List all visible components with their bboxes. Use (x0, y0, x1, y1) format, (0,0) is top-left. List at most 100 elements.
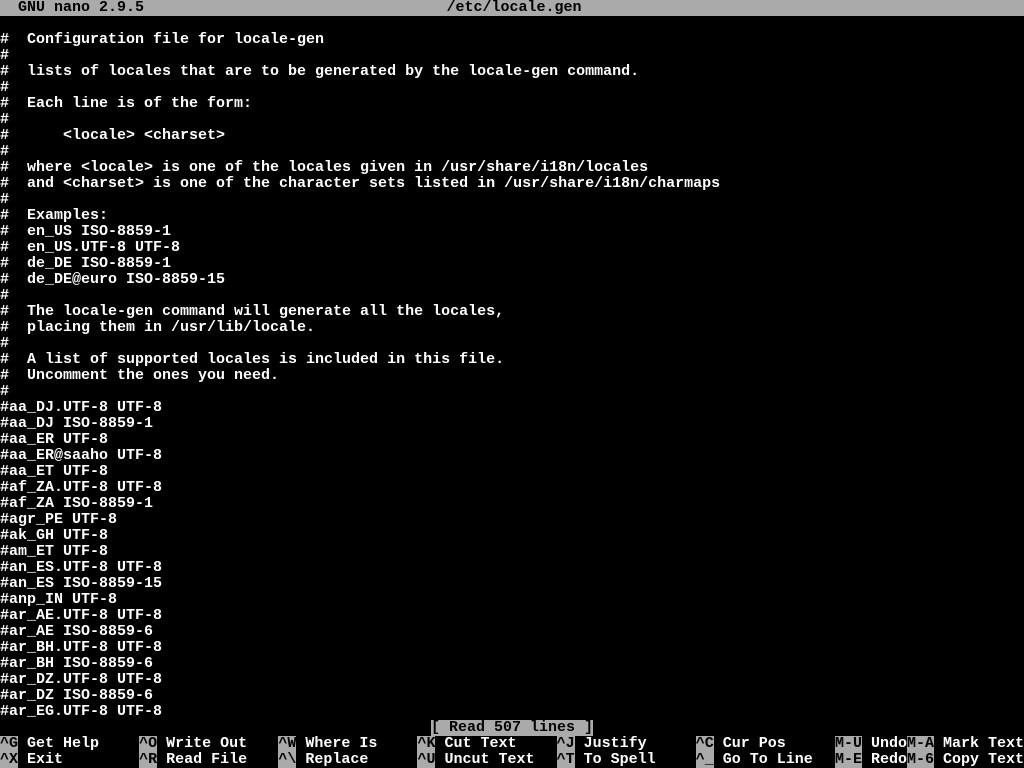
editor-line[interactable]: #aa_ET UTF-8 (0, 464, 1024, 480)
editor-line[interactable]: #ak_GH UTF-8 (0, 528, 1024, 544)
shortcut-key: ^T (557, 752, 575, 768)
editor-line[interactable]: # (0, 144, 1024, 160)
shortcut-item[interactable]: ^K Cut Text (417, 736, 556, 752)
editor-line[interactable]: #ar_DZ.UTF-8 UTF-8 (0, 672, 1024, 688)
shortcut-item[interactable]: ^O Write Out (139, 736, 278, 752)
app-name: GNU nano 2.9.5 (0, 0, 144, 16)
editor-line[interactable]: # (0, 336, 1024, 352)
editor-line[interactable]: #ar_BH ISO-8859-6 (0, 656, 1024, 672)
shortcut-item[interactable]: ^U Uncut Text (417, 752, 556, 768)
shortcut-key: M-6 (907, 752, 934, 768)
editor-line[interactable]: #af_ZA ISO-8859-1 (0, 496, 1024, 512)
editor-line[interactable]: # Each line is of the form: (0, 96, 1024, 112)
editor-line[interactable]: #ar_AE ISO-8859-6 (0, 624, 1024, 640)
shortcut-key: M-A (907, 736, 934, 752)
editor-line[interactable]: #aa_ER UTF-8 (0, 432, 1024, 448)
shortcut-label: Get Help (18, 736, 99, 752)
editor-line[interactable]: # where <locale> is one of the locales g… (0, 160, 1024, 176)
editor-line[interactable]: # en_US ISO-8859-1 (0, 224, 1024, 240)
editor-line[interactable]: # (0, 48, 1024, 64)
shortcut-label: Uncut Text (435, 752, 534, 768)
editor-line[interactable]: # (0, 80, 1024, 96)
blank-line (0, 16, 1024, 32)
shortcut-label: Read File (157, 752, 247, 768)
editor-line[interactable]: # placing them in /usr/lib/locale. (0, 320, 1024, 336)
editor-line[interactable]: #am_ET UTF-8 (0, 544, 1024, 560)
editor-line[interactable]: #agr_PE UTF-8 (0, 512, 1024, 528)
editor-line[interactable]: #ar_DZ ISO-8859-6 (0, 688, 1024, 704)
editor-line[interactable]: # The locale-gen command will generate a… (0, 304, 1024, 320)
editor-line[interactable]: #ar_AE.UTF-8 UTF-8 (0, 608, 1024, 624)
shortcut-label: Justify (575, 736, 647, 752)
editor-line[interactable]: #an_ES ISO-8859-15 (0, 576, 1024, 592)
shortcut-item[interactable]: M-6 Copy Text (907, 752, 1024, 768)
editor-line[interactable]: #ar_EG.UTF-8 UTF-8 (0, 704, 1024, 720)
editor-line[interactable]: # de_DE ISO-8859-1 (0, 256, 1024, 272)
shortcut-item[interactable]: ^W Where Is (278, 736, 417, 752)
shortcut-key: M-E (835, 752, 862, 768)
editor-line[interactable]: # (0, 384, 1024, 400)
editor-line[interactable]: # Examples: (0, 208, 1024, 224)
shortcut-key: ^J (557, 736, 575, 752)
shortcut-item[interactable]: ^X Exit (0, 752, 139, 768)
shortcut-label: Cut Text (435, 736, 516, 752)
editor-line[interactable]: #af_ZA.UTF-8 UTF-8 (0, 480, 1024, 496)
editor-line[interactable]: #aa_DJ ISO-8859-1 (0, 416, 1024, 432)
shortcut-item[interactable]: ^T To Spell (557, 752, 696, 768)
editor-line[interactable]: # (0, 288, 1024, 304)
shortcut-label: Go To Line (714, 752, 813, 768)
shortcut-label: Where Is (296, 736, 377, 752)
shortcut-key: ^W (278, 736, 296, 752)
shortcut-label: Cur Pos (714, 736, 786, 752)
shortcut-key: ^K (417, 736, 435, 752)
shortcut-key: ^G (0, 736, 18, 752)
editor-line[interactable]: #aa_ER@saaho UTF-8 (0, 448, 1024, 464)
shortcut-item[interactable]: ^_ Go To Line (696, 752, 835, 768)
status-message: [ Read 507 lines ] (431, 720, 593, 736)
shortcut-label: Replace (296, 752, 368, 768)
shortcut-item[interactable]: ^R Read File (139, 752, 278, 768)
editor-line[interactable]: #an_ES.UTF-8 UTF-8 (0, 560, 1024, 576)
editor-area[interactable]: # Configuration file for locale-gen## li… (0, 32, 1024, 720)
shortcut-key: ^\ (278, 752, 296, 768)
shortcut-key: ^_ (696, 752, 714, 768)
shortcut-label: Undo (862, 736, 907, 752)
status-line: [ Read 507 lines ] (0, 720, 1024, 736)
shortcut-item[interactable]: M-E Redo (835, 752, 907, 768)
titlebar: GNU nano 2.9.5 /etc/locale.gen (0, 0, 1024, 16)
editor-line[interactable]: #aa_DJ.UTF-8 UTF-8 (0, 400, 1024, 416)
shortcut-label: Mark Text (934, 736, 1024, 752)
editor-line[interactable]: # <locale> <charset> (0, 128, 1024, 144)
editor-line[interactable]: # (0, 112, 1024, 128)
editor-line[interactable]: # lists of locales that are to be genera… (0, 64, 1024, 80)
shortcut-label: Redo (862, 752, 907, 768)
shortcut-label: Exit (18, 752, 63, 768)
editor-line[interactable]: # de_DE@euro ISO-8859-15 (0, 272, 1024, 288)
shortcut-key: ^U (417, 752, 435, 768)
titlebar-right (884, 0, 1024, 16)
shortcut-item[interactable]: ^J Justify (557, 736, 696, 752)
shortcut-item[interactable]: ^G Get Help (0, 736, 139, 752)
bottom-bar: [ Read 507 lines ] ^G Get Help^X Exit^O … (0, 720, 1024, 768)
editor-line[interactable]: # Uncomment the ones you need. (0, 368, 1024, 384)
editor-line[interactable]: #anp_IN UTF-8 (0, 592, 1024, 608)
editor-line[interactable]: # A list of supported locales is include… (0, 352, 1024, 368)
shortcut-key: ^R (139, 752, 157, 768)
shortcut-item[interactable]: M-U Undo (835, 736, 907, 752)
shortcut-key: ^X (0, 752, 18, 768)
editor-line[interactable]: #ar_BH.UTF-8 UTF-8 (0, 640, 1024, 656)
shortcut-label: To Spell (575, 752, 656, 768)
editor-line[interactable]: # and <charset> is one of the character … (0, 176, 1024, 192)
file-name: /etc/locale.gen (144, 0, 884, 16)
shortcut-key: M-U (835, 736, 862, 752)
shortcut-label: Copy Text (934, 752, 1024, 768)
editor-line[interactable]: # en_US.UTF-8 UTF-8 (0, 240, 1024, 256)
shortcut-item[interactable]: ^\ Replace (278, 752, 417, 768)
editor-line[interactable]: # (0, 192, 1024, 208)
shortcut-item[interactable]: ^C Cur Pos (696, 736, 835, 752)
editor-line[interactable]: # Configuration file for locale-gen (0, 32, 1024, 48)
shortcut-label: Write Out (157, 736, 247, 752)
shortcut-key: ^C (696, 736, 714, 752)
shortcut-item[interactable]: M-A Mark Text (907, 736, 1024, 752)
shortcut-key: ^O (139, 736, 157, 752)
